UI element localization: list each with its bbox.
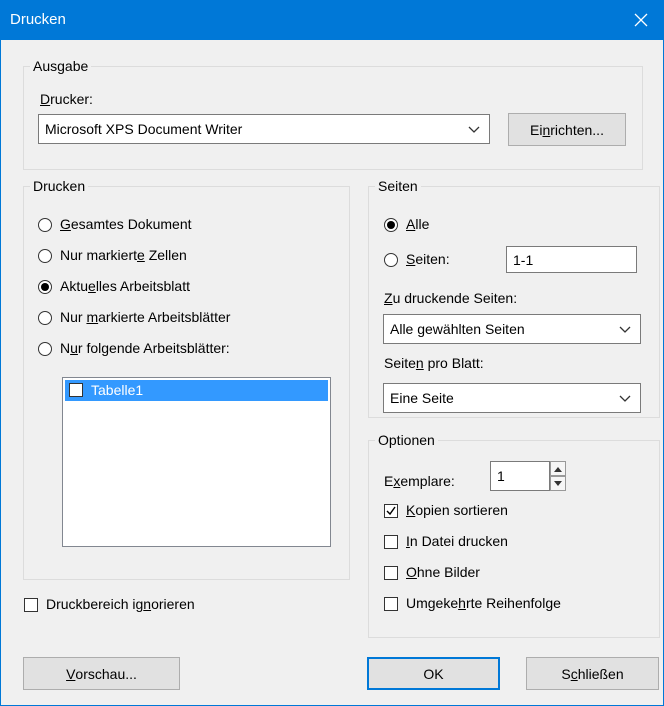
spin-down-icon [554, 480, 562, 486]
preview-button[interactable]: Vorschau... [23, 657, 180, 690]
ignore-print-area-checkbox[interactable] [24, 598, 38, 612]
print-pages-select[interactable]: Alle gewählten Seiten [383, 314, 641, 344]
reverse-order-label: Umgekehrte Reihenfolge [406, 595, 561, 611]
printer-label: Drucker: [40, 91, 93, 107]
sheet-list[interactable]: Tabelle1 [62, 377, 331, 547]
radio-entire-document[interactable] [38, 218, 52, 232]
title-bar: Drucken [0, 0, 664, 40]
close-dialog-button[interactable]: Sc hließen [526, 657, 659, 690]
sheet-checkbox[interactable] [69, 383, 83, 397]
copies-spin-up[interactable] [550, 461, 566, 476]
copies-label: Exemplare: [384, 473, 455, 489]
chevron-down-icon [468, 126, 480, 133]
checkmark-icon [386, 506, 396, 516]
radio-selected-cells[interactable] [38, 249, 52, 263]
copies-value: 1 [497, 468, 505, 484]
chevron-down-icon [619, 395, 631, 402]
close-icon [634, 13, 648, 27]
print-to-file-label: In Datei drucken [406, 533, 508, 549]
chevron-down-icon [619, 326, 631, 333]
selected-cells-label: Nur markierte Zellen [60, 247, 187, 263]
close-button[interactable] [618, 0, 664, 40]
copies-input[interactable]: 1 [490, 461, 550, 491]
active-sheet-label: Aktuelles Arbeitsblatt [60, 278, 190, 294]
copies-spin-down[interactable] [550, 476, 566, 491]
following-sheets-label: Nur folgende Arbeitsblätter: [60, 340, 230, 356]
entire-document-label: Gesamtes Dokument [60, 216, 192, 232]
per-sheet-select[interactable]: Eine Seite [383, 383, 641, 413]
pages-group-legend: Seiten [378, 178, 418, 194]
no-images-label: Ohne Bilder [406, 564, 480, 580]
collate-checkbox[interactable] [384, 504, 398, 518]
per-sheet-label: Seiten pro Blatt: [384, 355, 484, 371]
radio-following-sheets[interactable] [38, 342, 52, 356]
page-range-input[interactable]: 1-1 [506, 246, 637, 273]
print-scope-group-legend: Drucken [33, 178, 86, 194]
selected-sheets-label: Nur markierte Arbeitsblätter [60, 309, 231, 325]
radio-active-sheet[interactable] [38, 280, 52, 294]
collate-label: Kopien sortieren [406, 502, 508, 518]
setup-button[interactable]: Ei n richten... [508, 113, 626, 146]
per-sheet-value: Eine Seite [390, 390, 454, 406]
radio-selected-sheets[interactable] [38, 311, 52, 325]
radio-all-pages[interactable] [384, 218, 398, 232]
sheet-label: Tabelle1 [91, 382, 144, 398]
all-pages-label: Alle [406, 216, 430, 232]
print-to-file-checkbox[interactable] [384, 535, 398, 549]
ignore-print-area-label: Druckbereich ignorieren [46, 596, 195, 612]
radio-page-range[interactable] [384, 253, 398, 267]
reverse-order-checkbox[interactable] [384, 597, 398, 611]
list-item[interactable]: Tabelle1 [65, 380, 328, 401]
printer-select[interactable]: Microsoft XPS Document Writer [38, 114, 490, 144]
printer-select-value: Microsoft XPS Document Writer [45, 121, 243, 137]
print-pages-label: Zu druckende Seiten: [384, 290, 518, 306]
output-group-legend: Ausgabe [33, 58, 89, 74]
window-title: Drucken [10, 11, 66, 28]
no-images-checkbox[interactable] [384, 566, 398, 580]
ok-button[interactable]: OK [367, 657, 500, 690]
options-group-legend: Optionen [378, 432, 435, 448]
page-range-value: 1-1 [513, 251, 534, 268]
spin-up-icon [554, 466, 562, 472]
print-pages-value: Alle gewählten Seiten [390, 321, 525, 337]
page-range-label: Seiten: [406, 251, 450, 267]
